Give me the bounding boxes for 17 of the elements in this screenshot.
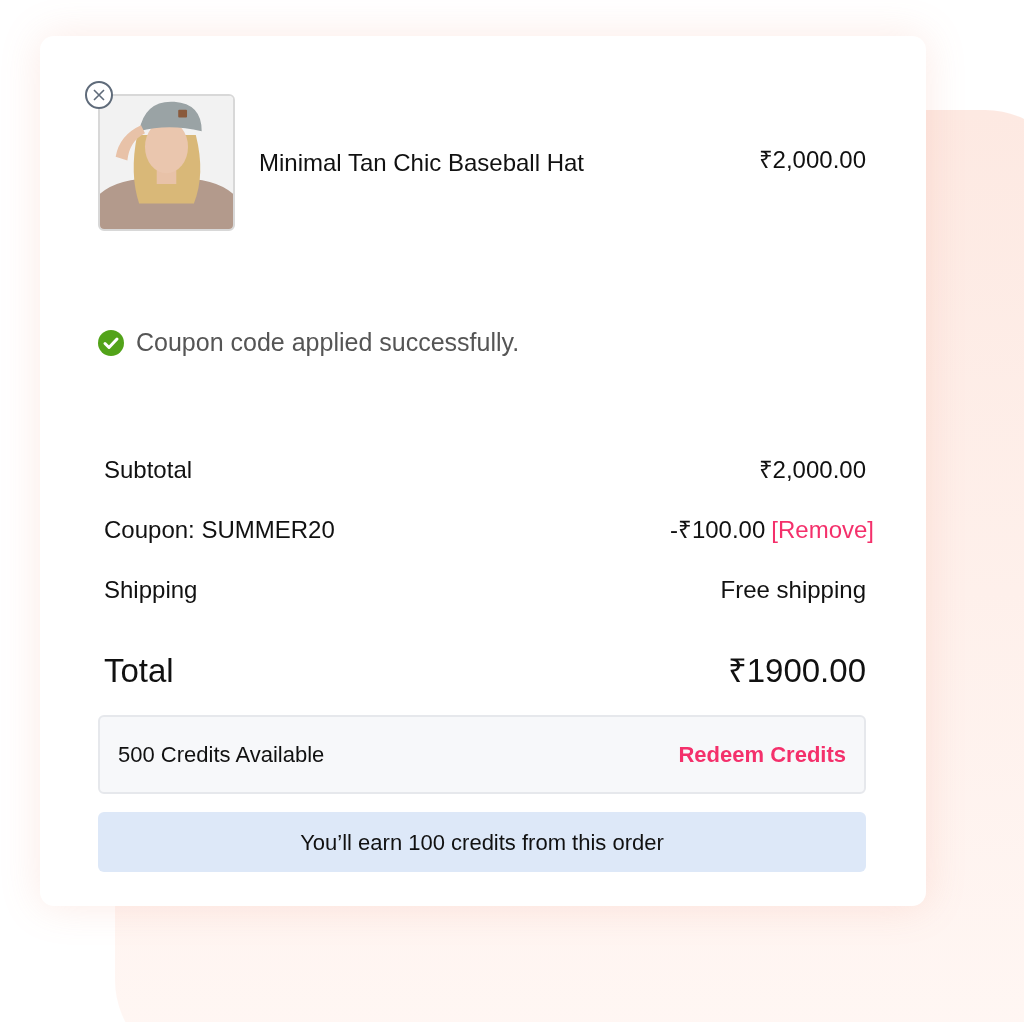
summary-value: -₹100.00 [669,514,766,545]
product-price: ₹2,000.00 [758,145,866,175]
credits-text: 500 Credits Available [118,741,325,769]
redeem-credits-button[interactable]: Redeem Credits [678,738,846,771]
summary-label: Shipping [104,574,198,605]
close-icon[interactable] [85,81,113,109]
product-name: Minimal Tan Chic Baseball Hat [259,147,586,178]
summary-label: Coupon: SUMMER20 [104,514,335,545]
total-value: ₹1900.00 [727,650,866,691]
check-icon [98,329,124,356]
summary-value: ₹2,000.00 [758,454,866,485]
coupon-notice: Coupon code applied successfully. [136,327,520,358]
summary-label: Subtotal [104,454,193,485]
remove-link[interactable]: [Remove] [771,511,874,548]
summary-value: Free shipping [720,574,866,605]
earn-banner: You’ll earn 100 credits from this order [98,812,866,872]
total-label: Total [104,650,174,691]
